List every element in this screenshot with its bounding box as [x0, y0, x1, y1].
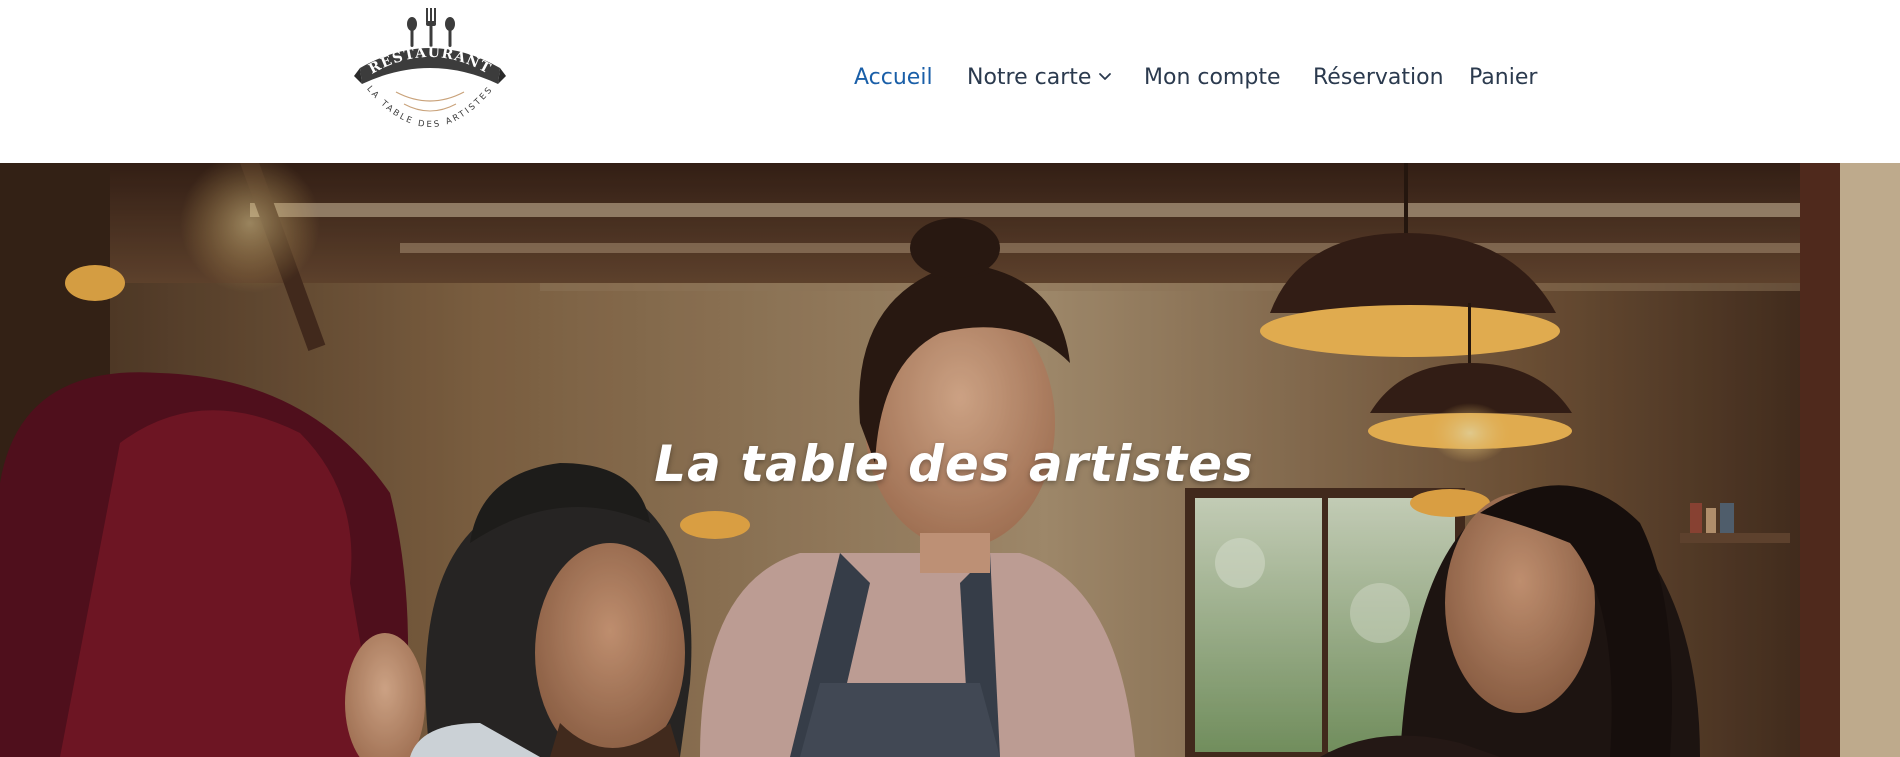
hero-title: La table des artistes	[654, 435, 1254, 493]
nav-item-label: Mon compte	[1144, 65, 1281, 90]
nav-item-panier[interactable]: Panier	[1469, 58, 1537, 98]
nav-item-label: Panier	[1469, 65, 1538, 90]
chevron-down-icon	[1097, 68, 1113, 84]
site-header: RESTAURANT LA TABLE DES ARTISTES Accueil…	[0, 0, 1900, 163]
nav-item-label: Réservation	[1313, 65, 1444, 90]
nav-item-accueil[interactable]: Accueil	[854, 58, 933, 98]
nav-item-label: Accueil	[854, 65, 933, 90]
cutlery-icon	[407, 8, 455, 47]
nav-item-label: Notre carte	[967, 65, 1092, 90]
nav-item-reservation[interactable]: Réservation	[1313, 58, 1444, 98]
hero-banner: La table des artistes	[0, 163, 1900, 757]
main-navigation: Accueil Notre carte Mon compte Réservati…	[0, 58, 1900, 98]
nav-item-mon-compte[interactable]: Mon compte	[1144, 58, 1281, 98]
nav-item-notre-carte[interactable]: Notre carte	[967, 58, 1113, 98]
